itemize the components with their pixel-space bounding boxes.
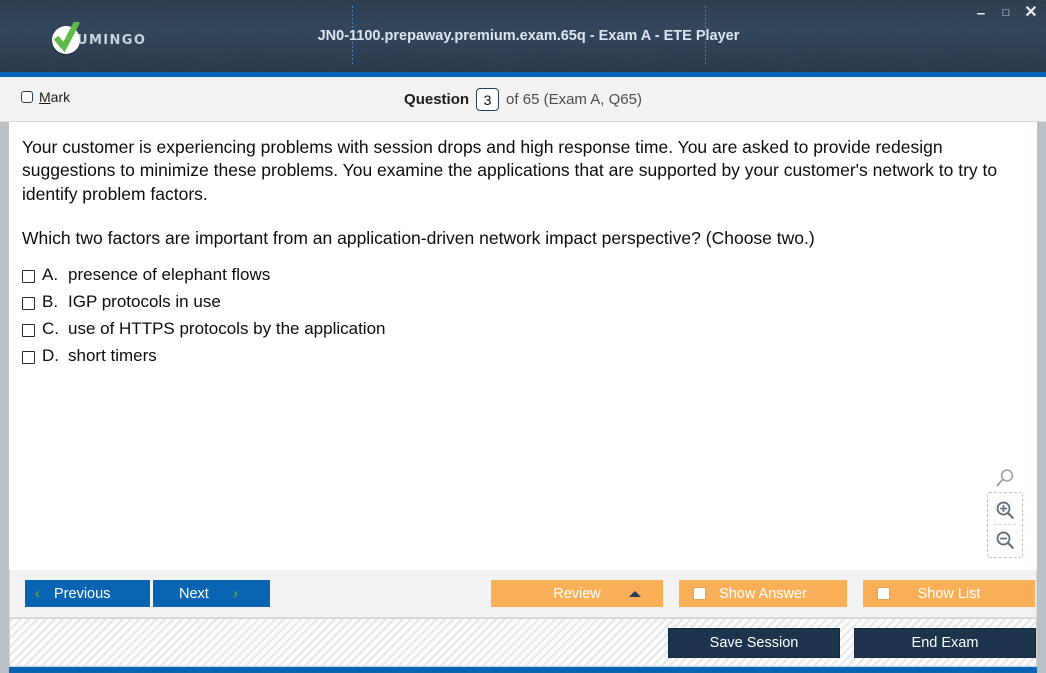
mark-checkbox[interactable] <box>21 91 33 103</box>
question-content-area: Your customer is experiencing problems w… <box>9 122 1037 570</box>
mark-label-rest: ark <box>50 89 71 105</box>
window-controls: – □ ✕ <box>974 5 1038 22</box>
zoom-divider <box>994 524 1016 526</box>
chevron-left-icon: ‹ <box>35 585 40 602</box>
previous-button-label: Previous <box>54 585 111 602</box>
question-paragraph-1: Your customer is experiencing problems w… <box>22 137 998 204</box>
zoom-in-icon <box>996 501 1014 519</box>
answer-text-d: short timers <box>68 346 157 365</box>
next-button-label: Next <box>179 585 209 602</box>
chevron-right-icon: › <box>232 585 238 602</box>
navigation-toolbar: ‹ Previous Next › Review Show Answer Sho… <box>9 570 1037 618</box>
review-button[interactable]: Review <box>491 580 663 607</box>
bottom-action-bar: Save Session End Exam <box>9 618 1037 667</box>
show-list-button-label: Show List <box>917 585 981 602</box>
question-counter: Question 3 of 65 (Exam A, Q65) <box>0 77 1046 122</box>
question-paragraph-2: Which two factors are important from an … <box>22 228 815 248</box>
answer-letter-c: C. <box>42 319 59 338</box>
answer-letter-d: D. <box>42 346 59 365</box>
question-number-input[interactable]: 3 <box>476 88 500 111</box>
answer-choice-a[interactable]: A. presence of elephant flows <box>22 265 1007 292</box>
previous-button[interactable]: ‹ Previous <box>25 580 150 607</box>
chevron-up-icon <box>629 590 641 597</box>
show-answer-button[interactable]: Show Answer <box>679 580 847 607</box>
close-icon[interactable]: ✕ <box>1024 5 1038 21</box>
question-word-label: Question <box>404 91 470 108</box>
mark-accel-letter: M <box>39 89 51 105</box>
zoom-out-icon <box>996 531 1014 549</box>
minimize-icon[interactable]: – <box>974 5 988 21</box>
maximize-icon[interactable]: □ <box>999 5 1013 21</box>
show-answer-checkbox[interactable] <box>693 587 706 600</box>
window-frame-left <box>0 77 9 673</box>
end-exam-button[interactable]: End Exam <box>854 628 1036 658</box>
question-total-label: of 65 (Exam A, Q65) <box>506 91 642 108</box>
window-title: JN0-1100.prepaway.premium.exam.65q - Exa… <box>317 28 740 44</box>
title-bar: UMINGO JN0-1100.prepaway.premium.exam.65… <box>0 0 1046 72</box>
app-logo: UMINGO <box>52 22 147 54</box>
ete-player-window: UMINGO JN0-1100.prepaway.premium.exam.65… <box>0 0 1046 673</box>
answer-checkbox-d[interactable] <box>22 351 35 364</box>
window-frame-right <box>1037 77 1046 673</box>
next-button[interactable]: Next › <box>153 580 270 607</box>
zoom-in-button[interactable] <box>988 497 1022 523</box>
answer-choice-list: A. presence of elephant flows B. IGP pro… <box>22 265 1007 373</box>
zoom-button-panel <box>987 492 1023 558</box>
zoom-widget <box>987 468 1023 558</box>
answer-letter-a: A. <box>42 265 59 284</box>
show-list-button[interactable]: Show List <box>863 580 1035 607</box>
answer-checkbox-a[interactable] <box>22 270 35 283</box>
magnifier-icon-wrap[interactable] <box>987 468 1023 490</box>
magnifier-icon <box>996 469 1014 487</box>
answer-text-b: IGP protocols in use <box>68 292 221 311</box>
answer-text-a: presence of elephant flows <box>68 265 271 284</box>
answer-choice-d[interactable]: D. short timers <box>22 346 1007 373</box>
logo-text: UMINGO <box>77 32 147 48</box>
zoom-out-button[interactable] <box>988 527 1022 553</box>
mark-label: Mark <box>39 89 70 105</box>
answer-choice-c[interactable]: C. use of HTTPS protocols by the applica… <box>22 319 1007 346</box>
show-list-checkbox[interactable] <box>877 587 890 600</box>
checkmark-icon <box>52 22 80 54</box>
answer-checkbox-b[interactable] <box>22 297 35 310</box>
answer-choice-b[interactable]: B. IGP protocols in use <box>22 292 1007 319</box>
show-answer-button-label: Show Answer <box>719 585 807 602</box>
answer-checkbox-c[interactable] <box>22 324 35 337</box>
bottom-accent-line <box>9 667 1037 673</box>
save-session-button[interactable]: Save Session <box>668 628 840 658</box>
mark-question-control[interactable]: Mark <box>21 89 70 105</box>
question-header-bar: Mark Question 3 of 65 (Exam A, Q65) <box>0 77 1046 122</box>
answer-text-c: use of HTTPS protocols by the applicatio… <box>68 319 386 338</box>
answer-letter-b: B. <box>42 292 59 311</box>
